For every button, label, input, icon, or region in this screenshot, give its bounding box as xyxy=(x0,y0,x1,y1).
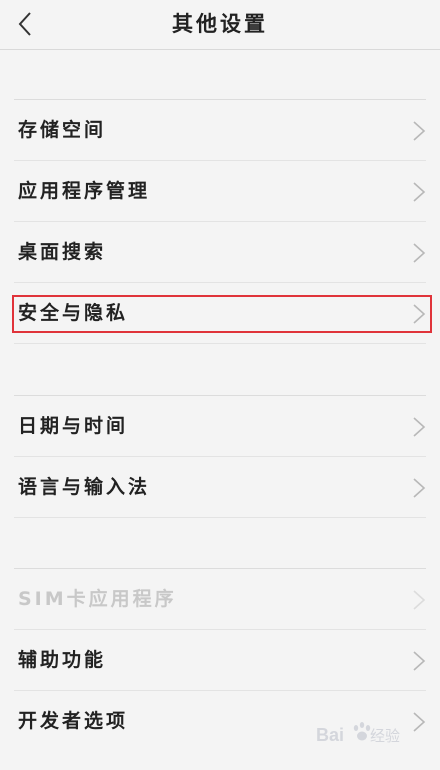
svg-text:Bai: Bai xyxy=(316,725,344,745)
page-title: 其他设置 xyxy=(172,12,268,36)
chevron-right-icon xyxy=(413,478,426,498)
settings-item-label: 语言与输入法 xyxy=(18,476,151,498)
settings-item-storage[interactable]: 存储空间 xyxy=(0,100,440,161)
chevron-right-icon xyxy=(413,304,426,324)
chevron-right-icon xyxy=(413,121,426,141)
settings-item-security-privacy[interactable]: 安全与隐私 xyxy=(0,283,440,344)
settings-item-label: 桌面搜索 xyxy=(18,241,107,263)
chevron-right-icon xyxy=(413,651,426,671)
settings-item-accessibility[interactable]: 辅助功能 xyxy=(0,630,440,691)
top-bar: 其他设置 xyxy=(0,0,440,50)
chevron-right-icon xyxy=(413,182,426,202)
row-divider xyxy=(14,517,426,518)
row-divider xyxy=(14,343,426,344)
settings-item-label: 存储空间 xyxy=(18,119,107,141)
chevron-right-icon xyxy=(413,417,426,437)
svg-text:经验: 经验 xyxy=(370,728,400,745)
settings-item-desktop-search[interactable]: 桌面搜索 xyxy=(0,222,440,283)
chevron-right-icon xyxy=(413,590,426,610)
baidu-jingyan-watermark-logo: Bai 经验 xyxy=(316,722,400,745)
settings-item-label: 安全与隐私 xyxy=(18,302,129,324)
settings-item-label: 日期与时间 xyxy=(18,415,129,437)
settings-item-sim-apps: SIM卡应用程序 xyxy=(0,569,440,630)
settings-item-label: 开发者选项 xyxy=(18,710,129,732)
settings-item-app-management[interactable]: 应用程序管理 xyxy=(0,161,440,222)
settings-item-date-time[interactable]: 日期与时间 xyxy=(0,396,440,457)
settings-item-label: SIM卡应用程序 xyxy=(18,588,177,610)
settings-item-label: 辅助功能 xyxy=(18,649,107,671)
chevron-right-icon xyxy=(413,243,426,263)
settings-item-label: 应用程序管理 xyxy=(18,180,151,202)
settings-item-language-input[interactable]: 语言与输入法 xyxy=(0,457,440,518)
